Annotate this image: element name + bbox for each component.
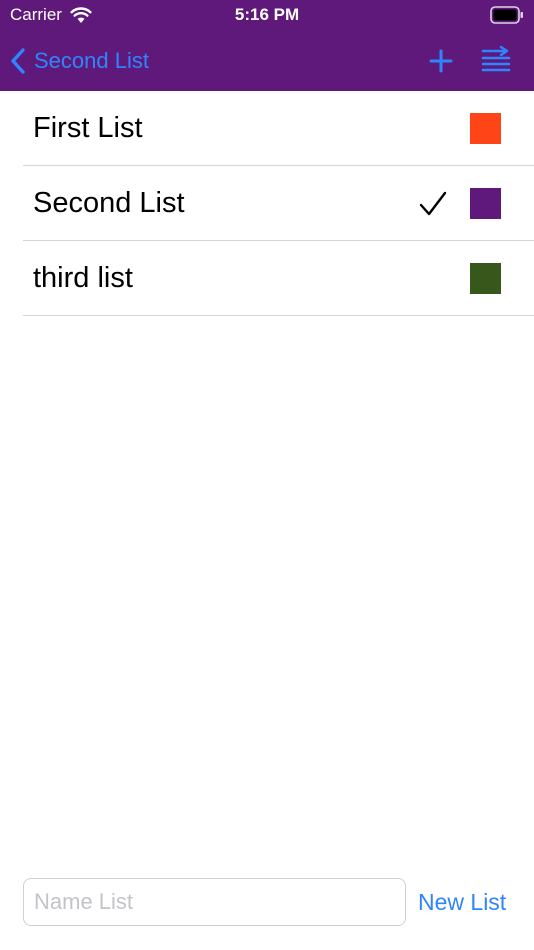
navigation-bar: Second List <box>0 32 534 91</box>
list-row-second-list[interactable]: Second List <box>23 166 534 241</box>
list-reorder-icon[interactable] <box>480 46 512 74</box>
header: Carrier 5:16 PM Second List <box>0 0 534 91</box>
list-row-third-list[interactable]: third list <box>23 241 534 316</box>
list-name: Second List <box>33 187 185 219</box>
color-swatch <box>470 263 501 294</box>
name-list-input[interactable] <box>23 878 406 926</box>
color-swatch <box>470 188 501 219</box>
chevron-left-icon <box>11 48 25 74</box>
back-button[interactable]: Second List <box>10 42 149 80</box>
list-row-first-list[interactable]: First List <box>23 91 534 166</box>
list-name: third list <box>33 262 133 294</box>
new-list-button[interactable]: New List <box>418 878 506 926</box>
battery-icon <box>490 6 523 24</box>
clock: 5:16 PM <box>234 5 300 24</box>
status-bar: Carrier 5:16 PM <box>0 0 534 32</box>
lists-table: First List Second List third list <box>0 91 534 316</box>
plus-icon[interactable] <box>428 48 454 74</box>
back-label: Second List <box>34 48 149 73</box>
color-swatch <box>470 113 501 144</box>
app-screen: Carrier 5:16 PM Second List First List S… <box>0 0 534 950</box>
list-name: First List <box>33 112 143 144</box>
checkmark-icon <box>419 191 447 216</box>
